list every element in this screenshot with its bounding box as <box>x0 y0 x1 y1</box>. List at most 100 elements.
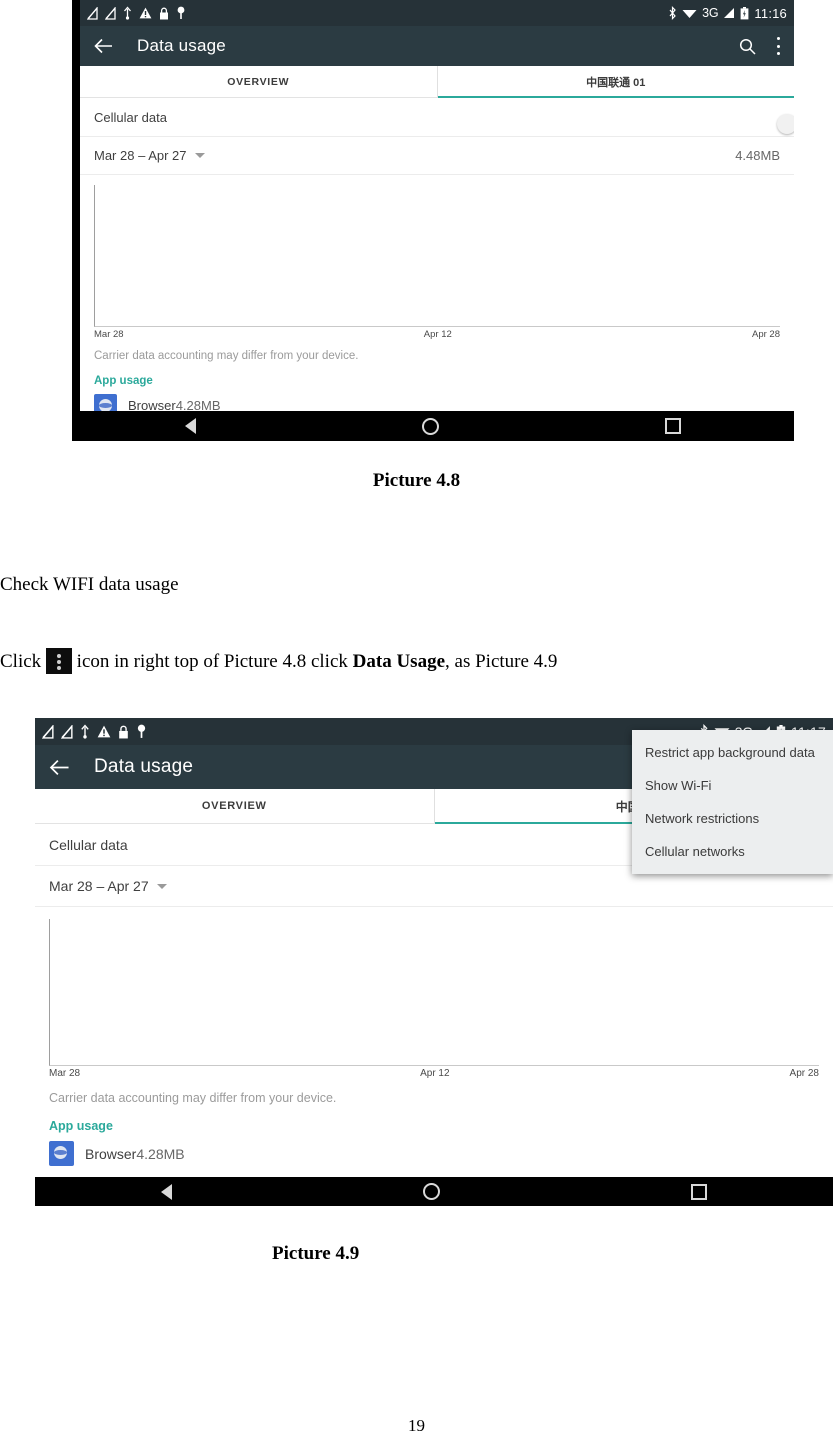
app-list-item[interactable]: Browser 4.28MB <box>80 387 794 411</box>
back-arrow-icon[interactable] <box>49 759 70 776</box>
caption-picture-4-9: Picture 4.9 <box>272 1243 360 1264</box>
chevron-down-icon[interactable] <box>156 883 167 889</box>
clock-label: 11:16 <box>754 5 787 21</box>
carrier-note: Carrier data accounting may differ from … <box>49 1091 337 1105</box>
browser-globe-shape <box>54 1146 67 1159</box>
body-line-check-wifi: Check WIFI data usage <box>0 574 179 595</box>
browser-icon <box>94 394 117 411</box>
overflow-dropdown-menu[interactable]: Restrict app background data Show Wi-Fi … <box>632 730 833 874</box>
tab-overview[interactable]: OVERVIEW <box>35 789 434 823</box>
app-name-label: Browser <box>128 398 176 411</box>
navigation-bar-1 <box>72 411 794 441</box>
usage-chart-plot[interactable] <box>94 185 780 327</box>
app-usage-amount: 4.28MB <box>136 1145 185 1162</box>
app-list-item[interactable]: Browser 4.28MB <box>35 1133 833 1166</box>
chevron-down-icon[interactable] <box>194 153 205 158</box>
tab-overview-label: OVERVIEW <box>227 75 290 88</box>
click-word: Click <box>0 651 42 672</box>
recents-nav-icon[interactable] <box>665 418 681 434</box>
carrier-note: Carrier data accounting may differ from … <box>94 350 359 362</box>
battery-charging-icon <box>741 6 749 19</box>
date-range-row[interactable]: Mar 28 – Apr 27 4.48MB <box>80 137 794 175</box>
search-icon[interactable] <box>739 38 756 55</box>
page-title: Data usage <box>137 36 226 55</box>
axis-label-start: Mar 28 <box>94 329 124 340</box>
caption-picture-4-8: Picture 4.8 <box>372 470 461 491</box>
app-name-label: Browser <box>85 1145 137 1162</box>
axis-label-middle: Apr 12 <box>420 1068 450 1079</box>
signal-bars-icon <box>724 8 735 18</box>
home-nav-icon[interactable] <box>422 417 439 435</box>
signal-off-icon <box>105 6 116 20</box>
cellular-data-row[interactable]: Cellular data <box>80 98 794 137</box>
status-bar-1: 3G 11:16 <box>80 0 794 26</box>
app-usage-heading: App usage <box>49 1119 113 1133</box>
data-usage-bold: Data Usage <box>352 651 446 672</box>
page-number: 19 <box>408 1416 425 1435</box>
date-range-label: Mar 28 – Apr 27 <box>49 878 149 894</box>
toggle-knob <box>777 114 794 134</box>
action-bar-1: Data usage <box>80 26 794 66</box>
body-line-click-instruction: Click icon in right top of Picture 4.8 c… <box>0 648 557 674</box>
browser-icon <box>49 1141 74 1166</box>
lock-icon <box>119 725 128 738</box>
usb-icon <box>124 6 131 20</box>
chart-x-axis-labels: Mar 28 Apr 12 Apr 28 <box>49 1066 819 1079</box>
back-arrow-icon[interactable] <box>94 38 113 54</box>
instruction-middle: icon in right top of Picture 4.8 click <box>76 651 348 672</box>
usage-chart-container: Mar 28 Apr 12 Apr 28 <box>80 175 794 340</box>
page-title: Data usage <box>94 756 194 777</box>
menu-item-network-restrictions[interactable]: Network restrictions <box>632 802 833 835</box>
recents-nav-icon[interactable] <box>691 1183 708 1200</box>
app-usage-heading: App usage <box>94 375 153 387</box>
menu-item-show-wifi[interactable]: Show Wi-Fi <box>632 769 833 802</box>
date-range-label: Mar 28 – Apr 27 <box>94 148 187 163</box>
overflow-menu-icon[interactable] <box>776 37 780 55</box>
status-left-icons <box>42 724 147 739</box>
axis-label-end: Apr 28 <box>789 1068 819 1079</box>
usb-icon <box>81 724 89 739</box>
warning-icon <box>139 7 152 19</box>
wifi-icon <box>682 10 697 18</box>
browser-globe-shape <box>99 399 112 411</box>
cellular-data-label: Cellular data <box>94 109 167 125</box>
cellular-data-label: Cellular data <box>49 836 128 853</box>
total-usage-amount: 4.48MB <box>735 148 780 163</box>
usage-chart-container: Mar 28 Apr 12 Apr 28 <box>35 907 833 1079</box>
chart-x-axis-labels: Mar 28 Apr 12 Apr 28 <box>94 327 780 340</box>
axis-label-end: Apr 28 <box>751 329 780 340</box>
instruction-tail: , as Picture 4.9 <box>445 651 558 672</box>
axis-label-middle: Apr 12 <box>423 329 452 340</box>
plug-icon <box>137 724 146 738</box>
usage-chart-plot[interactable] <box>49 919 819 1066</box>
tab-carrier-label: 中国联通 01 <box>586 76 646 89</box>
warning-icon <box>97 725 111 738</box>
tab-overview[interactable]: OVERVIEW <box>80 66 437 97</box>
app-usage-amount: 4.28MB <box>175 398 221 411</box>
axis-label-start: Mar 28 <box>49 1068 81 1079</box>
tab-bar-1: OVERVIEW 中国联通 01 <box>80 66 794 98</box>
signal-off-icon <box>87 6 98 20</box>
signal-off-icon <box>42 724 54 739</box>
device-screen-2: 3G 11:17 Data usage OVERVIEW 中国联 Cellula… <box>35 718 833 1177</box>
back-nav-icon[interactable] <box>160 1183 172 1200</box>
plug-icon <box>177 6 185 19</box>
screenshot-picture-4-9: 3G 11:17 Data usage OVERVIEW 中国联 Cellula… <box>35 718 833 1206</box>
status-left-icons <box>87 6 186 20</box>
action-bar-right-1 <box>739 37 780 55</box>
network-type-label: 3G <box>702 6 719 20</box>
back-nav-icon[interactable] <box>185 418 196 434</box>
signal-off-icon <box>61 724 73 739</box>
bluetooth-icon <box>669 6 676 20</box>
menu-item-restrict-app-background-data[interactable]: Restrict app background data <box>632 736 833 769</box>
navigation-bar-2 <box>35 1177 833 1206</box>
menu-item-cellular-networks[interactable]: Cellular networks <box>632 835 833 868</box>
status-right-icons: 3G 11:16 <box>668 6 787 21</box>
tab-overview-label: OVERVIEW <box>201 800 267 812</box>
screenshot-picture-4-8: 3G 11:16 Data usage OVERVIEW 中国联通 01 Cel… <box>72 0 794 441</box>
device-screen-1: 3G 11:16 Data usage OVERVIEW 中国联通 01 Cel… <box>80 0 794 411</box>
home-nav-icon[interactable] <box>422 1183 440 1200</box>
overflow-menu-icon <box>45 648 72 674</box>
tab-carrier[interactable]: 中国联通 01 <box>436 66 795 98</box>
lock-icon <box>160 7 168 19</box>
